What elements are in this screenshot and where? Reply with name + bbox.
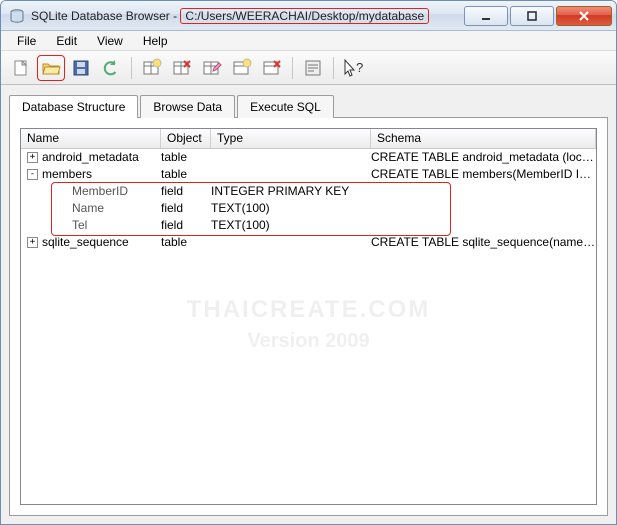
schema-cell: CREATE TABLE android_metadata (locale TE… xyxy=(371,149,596,166)
create-table-icon xyxy=(142,58,162,78)
toolbar-separator xyxy=(131,57,132,79)
toolbar-separator xyxy=(333,57,334,79)
type-cell: TEXT(100) xyxy=(211,217,371,234)
revert-icon xyxy=(101,58,121,78)
table-row[interactable]: MemberID field INTEGER PRIMARY KEY xyxy=(21,183,596,200)
object-cell: table xyxy=(161,166,211,183)
save-db-button[interactable] xyxy=(67,55,95,81)
table-row[interactable]: + android_metadata table CREATE TABLE an… xyxy=(21,149,596,166)
tree-item-label: members xyxy=(42,166,92,183)
tree-connector xyxy=(57,186,68,197)
toolbar: ? xyxy=(1,51,616,85)
tree-item-label: Tel xyxy=(72,217,87,234)
table-row[interactable]: Name field TEXT(100) xyxy=(21,200,596,217)
delete-index-icon xyxy=(262,58,282,78)
expander-icon[interactable]: + xyxy=(27,152,38,163)
toolbar-separator xyxy=(292,57,293,79)
tree-connector xyxy=(57,203,68,214)
open-db-button[interactable] xyxy=(37,55,65,81)
table-row[interactable]: + sqlite_sequence table CREATE TABLE sql… xyxy=(21,234,596,251)
tab-browse-data[interactable]: Browse Data xyxy=(140,95,235,118)
create-table-button[interactable] xyxy=(138,55,166,81)
modify-table-icon xyxy=(202,58,222,78)
col-header-type[interactable]: Type xyxy=(211,129,371,148)
expander-icon[interactable]: - xyxy=(27,169,38,180)
close-button[interactable] xyxy=(556,6,612,26)
log-button[interactable] xyxy=(299,55,327,81)
revert-button[interactable] xyxy=(97,55,125,81)
object-cell: field xyxy=(161,200,211,217)
create-index-button[interactable] xyxy=(228,55,256,81)
menu-file[interactable]: File xyxy=(7,32,46,50)
col-header-name[interactable]: Name xyxy=(21,129,161,148)
tree-item-label: Name xyxy=(72,200,104,217)
titlebar: SQLite Database Browser - C:/Users/WEERA… xyxy=(1,1,616,31)
schema-cell: CREATE TABLE members(MemberID INTEGER PR… xyxy=(371,166,596,183)
delete-index-button[interactable] xyxy=(258,55,286,81)
modify-table-button[interactable] xyxy=(198,55,226,81)
tree-item-label: MemberID xyxy=(72,183,128,200)
object-cell: field xyxy=(161,217,211,234)
menubar: File Edit View Help xyxy=(1,31,616,51)
new-db-button[interactable] xyxy=(7,55,35,81)
maximize-button[interactable] xyxy=(510,6,554,26)
table-row[interactable]: - members table CREATE TABLE members(Mem… xyxy=(21,166,596,183)
tab-database-structure[interactable]: Database Structure xyxy=(9,95,138,118)
col-header-schema[interactable]: Schema xyxy=(371,129,596,148)
delete-table-button[interactable] xyxy=(168,55,196,81)
new-db-icon xyxy=(11,58,31,78)
table-row[interactable]: Tel field TEXT(100) xyxy=(21,217,596,234)
tree-connector xyxy=(57,220,68,231)
window-path: C:/Users/WEERACHAI/Desktop/mydatabase xyxy=(180,8,429,24)
col-header-object[interactable]: Object xyxy=(161,129,211,148)
menu-view[interactable]: View xyxy=(87,32,133,50)
create-index-icon xyxy=(232,58,252,78)
object-cell: table xyxy=(161,234,211,251)
tree-item-label: sqlite_sequence xyxy=(42,234,129,251)
type-cell: TEXT(100) xyxy=(211,200,371,217)
whatsthis-icon: ? xyxy=(342,58,366,78)
log-icon xyxy=(303,58,323,78)
type-cell: INTEGER PRIMARY KEY xyxy=(211,183,371,200)
save-db-icon xyxy=(71,58,91,78)
svg-text:?: ? xyxy=(356,60,363,75)
delete-table-icon xyxy=(172,58,192,78)
tab-panel: THAICREATE.COM Version 2009 Name Object … xyxy=(9,117,608,516)
schema-cell: CREATE TABLE sqlite_sequence(name,seq) xyxy=(371,234,596,251)
tab-execute-sql[interactable]: Execute SQL xyxy=(237,95,334,118)
tree-header: Name Object Type Schema xyxy=(21,129,596,149)
menu-help[interactable]: Help xyxy=(133,32,178,50)
object-cell: field xyxy=(161,183,211,200)
object-cell: table xyxy=(161,149,211,166)
tree-item-label: android_metadata xyxy=(42,149,139,166)
menu-edit[interactable]: Edit xyxy=(46,32,87,50)
app-icon xyxy=(9,8,25,24)
window-title: SQLite Database Browser - C:/Users/WEERA… xyxy=(31,9,429,23)
tab-bar: Database Structure Browse Data Execute S… xyxy=(9,93,608,117)
minimize-button[interactable] xyxy=(464,6,508,26)
open-db-icon xyxy=(41,58,61,78)
expander-icon[interactable]: + xyxy=(27,237,38,248)
whatsthis-button[interactable]: ? xyxy=(340,55,368,81)
schema-tree[interactable]: THAICREATE.COM Version 2009 Name Object … xyxy=(20,128,597,505)
content-area: Database Structure Browse Data Execute S… xyxy=(1,85,616,524)
